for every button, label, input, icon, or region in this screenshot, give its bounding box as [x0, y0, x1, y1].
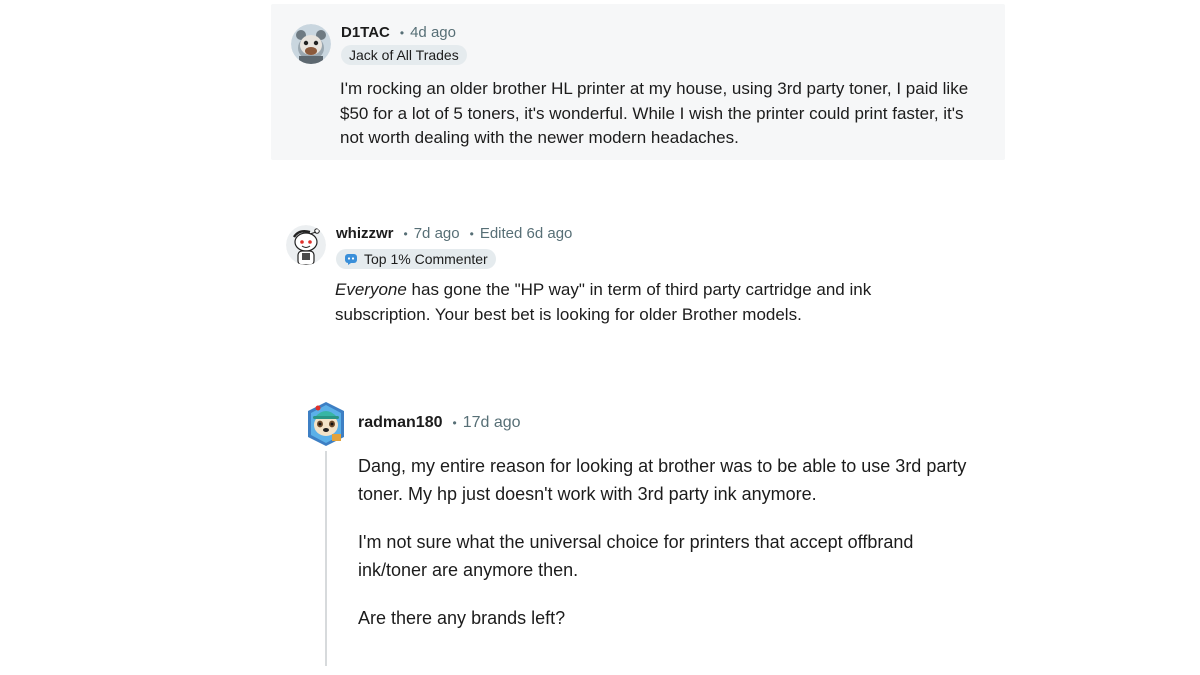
comment-body: Dang, my entire reason for looking at br… — [358, 453, 968, 654]
comment-whizzwr: whizzwr • 7d ago • Edited 6d ago Top 1% … — [280, 210, 1040, 340]
comment-paragraph: I'm not sure what the universal choice f… — [358, 532, 914, 580]
comment-radman180: radman180 • 17d ago Dang, my entire reas… — [300, 395, 1060, 670]
comment-meta: whizzwr • 7d ago • Edited 6d ago — [336, 225, 572, 242]
flair-label: Jack of All Trades — [349, 47, 459, 63]
comment-timestamp[interactable]: 7d ago — [414, 225, 460, 242]
comment-paragraph: Dang, my entire reason for looking at br… — [358, 456, 967, 504]
comment-thread: D1TAC • 4d ago Jack of All Trades I'm ro… — [0, 0, 1200, 675]
snoo-avatar-icon — [308, 402, 344, 446]
comment-text: I'm rocking an older brother HL printer … — [340, 79, 969, 147]
edited-label: Edited 6d ago — [479, 225, 573, 242]
comment-d1tac: D1TAC • 4d ago Jack of All Trades I'm ro… — [271, 4, 1005, 160]
meta-separator: • — [403, 226, 408, 241]
comment-paragraph: Are there any brands left? — [358, 608, 566, 628]
user-avatar[interactable] — [306, 401, 346, 447]
comment-body: Everyone has gone the "HP way" in term o… — [335, 278, 955, 327]
user-avatar[interactable] — [286, 225, 326, 265]
user-flair: Jack of All Trades — [341, 45, 467, 65]
comment-text-rest: has gone the "HP way" in term of third p… — [335, 280, 872, 324]
meta-separator: • — [452, 416, 457, 430]
meta-separator: • — [469, 226, 474, 241]
comment-timestamp[interactable]: 4d ago — [410, 24, 456, 41]
top-commenter-icon — [345, 254, 357, 265]
meta-separator: • — [399, 25, 405, 40]
comment-meta: radman180 • 17d ago — [358, 414, 521, 432]
username-link[interactable]: whizzwr — [336, 225, 394, 242]
snoo-avatar-icon — [286, 225, 326, 265]
comment-timestamp[interactable]: 17d ago — [463, 414, 521, 432]
emphasis-text: Everyone — [335, 280, 407, 299]
user-flair: Top 1% Commenter — [336, 249, 496, 269]
thread-line[interactable] — [325, 451, 327, 666]
user-avatar[interactable] — [291, 24, 331, 64]
username-link[interactable]: radman180 — [358, 414, 443, 432]
flair-label: Top 1% Commenter — [364, 251, 488, 267]
comment-meta: D1TAC • 4d ago — [341, 24, 456, 41]
snoo-avatar-icon — [291, 24, 331, 64]
comment-body: I'm rocking an older brother HL printer … — [340, 77, 990, 151]
username-link[interactable]: D1TAC — [341, 24, 390, 41]
comment-text: Everyone has gone the "HP way" in term o… — [335, 278, 955, 327]
